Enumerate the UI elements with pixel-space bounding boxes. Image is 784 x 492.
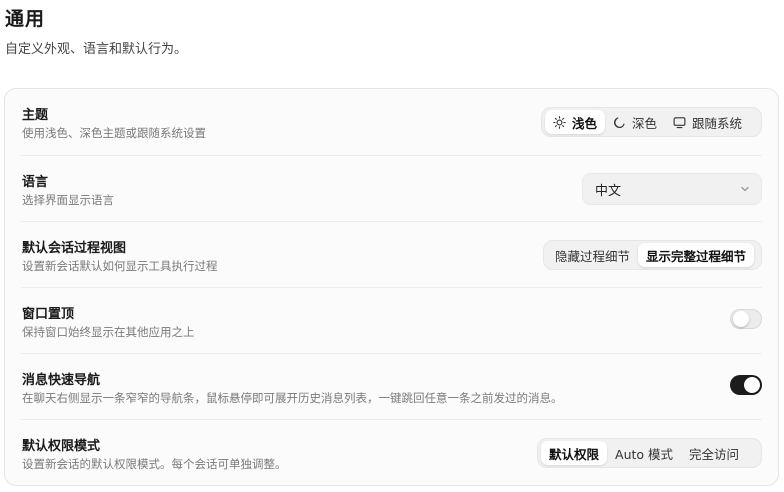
theme-option-dark[interactable]: 深色: [605, 110, 665, 134]
setting-description: 在聊天右侧显示一条窄窄的导航条，鼠标悬停即可展开历史消息列表，一键跳回任意一条之…: [22, 391, 563, 405]
theme-segmented-control: 浅色 深色 跟随系统: [541, 107, 762, 137]
setting-description: 使用浅色、深色主题或跟随系统设置: [22, 126, 206, 140]
permission-option-default[interactable]: 默认权限: [541, 441, 608, 465]
setting-title: 主题: [22, 108, 49, 123]
setting-row-permission-mode: 默认权限模式 设置新会话的默认权限模式。每个会话可单独调整。 默认权限 Auto…: [21, 419, 762, 486]
moon-icon: [614, 116, 625, 128]
session-view-option-show[interactable]: 显示完整过程细节: [638, 243, 755, 267]
setting-description: 设置新会话默认如何显示工具执行过程: [22, 259, 218, 273]
setting-row-session-view: 默认会话过程视图 设置新会话默认如何显示工具执行过程 隐藏过程细节 显示完整过程…: [21, 221, 762, 288]
theme-option-system[interactable]: 跟随系统: [665, 110, 750, 134]
chevron-down-icon: [741, 186, 749, 192]
setting-title: 默认权限模式: [22, 439, 101, 454]
toggle-knob: [733, 311, 749, 327]
theme-option-label: 浅色: [572, 115, 598, 131]
sun-icon: [553, 115, 566, 129]
permission-mode-segmented-control: 默认权限 Auto 模式 完全访问: [537, 438, 762, 468]
setting-description: 保持窗口始终显示在其他应用之上: [22, 325, 195, 339]
permission-option-full-access[interactable]: 完全访问: [681, 441, 747, 465]
setting-title: 消息快速导航: [22, 373, 101, 388]
language-select-value: 中文: [595, 183, 622, 199]
session-view-option-hide[interactable]: 隐藏过程细节: [547, 243, 638, 267]
quick-nav-toggle[interactable]: [730, 375, 762, 395]
setting-description: 设置新会话的默认权限模式。每个会话可单独调整。: [22, 457, 287, 471]
theme-option-light[interactable]: 浅色: [545, 110, 606, 134]
settings-card: 主题 使用浅色、深色主题或跟随系统设置 浅色 深色 跟随系统 语言 选择界面显示…: [4, 88, 779, 486]
setting-row-always-on-top: 窗口置顶 保持窗口始终显示在其他应用之上: [21, 287, 762, 354]
always-on-top-toggle[interactable]: [730, 309, 762, 329]
setting-row-theme: 主题 使用浅色、深色主题或跟随系统设置 浅色 深色 跟随系统: [21, 89, 762, 155]
theme-option-label: 跟随系统: [692, 115, 743, 131]
setting-description: 选择界面显示语言: [22, 193, 114, 207]
monitor-icon: [673, 116, 686, 128]
setting-title: 默认会话过程视图: [22, 241, 127, 256]
page-subtitle: 自定义外观、语言和默认行为。: [5, 42, 188, 57]
setting-row-quick-nav: 消息快速导航 在聊天右侧显示一条窄窄的导航条，鼠标悬停即可展开历史消息列表，一键…: [21, 353, 762, 420]
setting-title: 语言: [22, 175, 49, 190]
page-title: 通用: [5, 8, 46, 30]
theme-option-label: 深色: [632, 115, 658, 131]
permission-option-auto[interactable]: Auto 模式: [607, 441, 681, 465]
toggle-knob: [744, 377, 760, 393]
setting-title: 窗口置顶: [22, 307, 75, 322]
session-view-segmented-control: 隐藏过程细节 显示完整过程细节: [543, 240, 762, 270]
setting-row-language: 语言 选择界面显示语言 中文: [21, 155, 762, 222]
language-select[interactable]: 中文: [582, 173, 762, 205]
